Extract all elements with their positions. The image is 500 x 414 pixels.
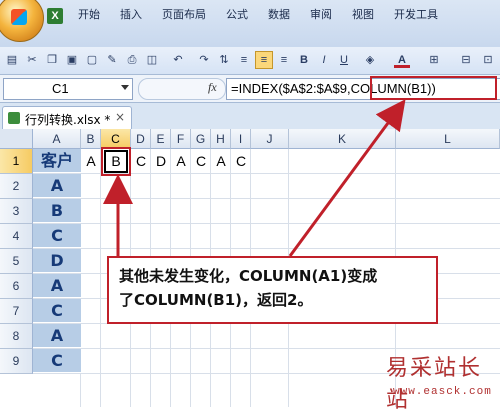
column-header-k[interactable]: K bbox=[289, 129, 396, 149]
row-header-1[interactable]: 1 bbox=[0, 149, 33, 174]
save-icon[interactable]: ▣ bbox=[64, 52, 80, 68]
watermark-url: www.easck.com bbox=[393, 386, 492, 398]
tab-page-layout[interactable]: 页面布局 bbox=[152, 4, 216, 26]
cell-f1[interactable]: A bbox=[171, 149, 191, 173]
name-box-value: C1 bbox=[52, 81, 69, 96]
gridline-h bbox=[33, 248, 500, 249]
cell-a8[interactable]: A bbox=[33, 324, 81, 348]
watermark-text: 易采站长站 bbox=[386, 356, 483, 413]
cell-a2[interactable]: A bbox=[33, 174, 81, 198]
workbook-icon bbox=[8, 112, 20, 124]
column-header-d[interactable]: D bbox=[131, 129, 151, 149]
cell-a3[interactable]: B bbox=[33, 199, 81, 223]
print-icon[interactable]: ⎙ bbox=[124, 52, 140, 68]
column-header-l[interactable]: L bbox=[396, 129, 500, 149]
gridline-h bbox=[33, 348, 500, 349]
row-header-8[interactable]: 8 bbox=[0, 324, 33, 349]
insert-function-icon[interactable]: fx bbox=[208, 80, 217, 95]
bold-button[interactable]: B bbox=[296, 52, 312, 68]
tab-view[interactable]: 视图 bbox=[342, 4, 384, 26]
column-header-h[interactable]: H bbox=[211, 129, 231, 149]
tab-insert[interactable]: 插入 bbox=[110, 4, 152, 26]
column-header-i[interactable]: I bbox=[231, 129, 251, 149]
ribbon: X 开始 插入 页面布局 公式 数据 审阅 视图 开发工具 bbox=[0, 0, 500, 48]
cut-icon[interactable]: ✂ bbox=[24, 52, 40, 68]
underline-button[interactable]: U bbox=[336, 52, 352, 68]
cell-h1[interactable]: A bbox=[211, 149, 231, 173]
italic-button[interactable]: I bbox=[316, 52, 332, 68]
print-preview-icon[interactable]: ◫ bbox=[144, 52, 160, 68]
align-right-icon[interactable]: ≡ bbox=[276, 52, 292, 68]
office-button[interactable] bbox=[0, 0, 44, 42]
cell-a4[interactable]: C bbox=[33, 224, 81, 248]
cell-d1[interactable]: C bbox=[131, 149, 151, 173]
tab-formulas[interactable]: 公式 bbox=[216, 4, 258, 26]
active-cell-c1[interactable] bbox=[104, 150, 128, 173]
cell-a1-header[interactable]: 客户 bbox=[33, 149, 81, 173]
column-header-c[interactable]: C bbox=[101, 129, 131, 149]
row-header-5[interactable]: 5 bbox=[0, 249, 33, 274]
copy-icon[interactable]: ❐ bbox=[44, 52, 60, 68]
cell-g1[interactable]: C bbox=[191, 149, 211, 173]
row-header-7[interactable]: 7 bbox=[0, 299, 33, 324]
callout-line-2: 了COLUMN(B1)，返回2。 bbox=[119, 291, 313, 309]
tab-data[interactable]: 数据 bbox=[258, 4, 300, 26]
wrap-icon[interactable]: ⊡ bbox=[480, 52, 496, 68]
select-all-corner[interactable] bbox=[0, 129, 33, 149]
cell-a5[interactable]: D bbox=[33, 249, 81, 273]
column-header-e[interactable]: E bbox=[151, 129, 171, 149]
cell-b1[interactable]: A bbox=[81, 149, 101, 173]
tab-review[interactable]: 审阅 bbox=[300, 4, 342, 26]
column-header-a[interactable]: A bbox=[33, 129, 81, 149]
row-header-6[interactable]: 6 bbox=[0, 274, 33, 299]
merge-icon[interactable]: ⊟ bbox=[458, 52, 474, 68]
column-header-f[interactable]: F bbox=[171, 129, 191, 149]
font-color-button[interactable]: A bbox=[394, 52, 410, 68]
ribbon-tabs: 开始 插入 页面布局 公式 数据 审阅 视图 开发工具 bbox=[60, 4, 448, 26]
annotation-callout: 其他未发生变化，COLUMN(A1)变成 了COLUMN(B1)，返回2。 bbox=[107, 256, 438, 324]
chevron-down-icon[interactable] bbox=[121, 85, 129, 90]
row-header-9[interactable]: 9 bbox=[0, 349, 33, 374]
align-center-icon[interactable]: ≡ bbox=[255, 51, 273, 69]
column-header-b[interactable]: B bbox=[81, 129, 101, 149]
cell-a6[interactable]: A bbox=[33, 274, 81, 298]
cell-i1[interactable]: C bbox=[231, 149, 251, 173]
toolbar: ▤ ✂ ❐ ▣ ▢ ✎ ⎙ ◫ ↶ ↷ ⇅ ≡ ≡ ≡ B I U ◈ A ⊞ … bbox=[0, 47, 500, 75]
fill-color-icon[interactable]: ◈ bbox=[362, 52, 378, 68]
gridline-h bbox=[33, 198, 500, 199]
gridline-h bbox=[33, 223, 500, 224]
undo-icon[interactable]: ↶ bbox=[170, 52, 186, 68]
callout-line-1: 其他未发生变化，COLUMN(A1)变成 bbox=[119, 267, 378, 285]
tab-home[interactable]: 开始 bbox=[60, 4, 110, 26]
format-painter-icon[interactable]: ✎ bbox=[104, 52, 120, 68]
column-header-g[interactable]: G bbox=[191, 129, 211, 149]
cell-a7[interactable]: C bbox=[33, 299, 81, 323]
workbook-name: 行列转换.xlsx * bbox=[25, 113, 111, 127]
borders-icon[interactable]: ⊞ bbox=[426, 52, 442, 68]
cell-a9[interactable]: C bbox=[33, 349, 81, 373]
column-header-j[interactable]: J bbox=[251, 129, 289, 149]
workbook-tabs: 行列转换.xlsx * × bbox=[0, 103, 500, 130]
cell-e1[interactable]: D bbox=[151, 149, 171, 173]
formula-highlight-box bbox=[370, 76, 497, 100]
name-box[interactable]: C1 bbox=[3, 78, 133, 100]
align-left-icon[interactable]: ≡ bbox=[236, 52, 252, 68]
sort-icon[interactable]: ⇅ bbox=[216, 52, 232, 68]
tab-developer[interactable]: 开发工具 bbox=[384, 4, 448, 26]
row-header-4[interactable]: 4 bbox=[0, 224, 33, 249]
workbook-tab[interactable]: 行列转换.xlsx * × bbox=[2, 106, 132, 130]
close-icon[interactable]: × bbox=[115, 110, 125, 124]
new-icon[interactable]: ▢ bbox=[84, 52, 100, 68]
row-header-3[interactable]: 3 bbox=[0, 199, 33, 224]
gridline-v bbox=[100, 149, 101, 407]
redo-icon[interactable]: ↷ bbox=[196, 52, 212, 68]
paste-icon[interactable]: ▤ bbox=[4, 52, 20, 68]
row-header-2[interactable]: 2 bbox=[0, 174, 33, 199]
